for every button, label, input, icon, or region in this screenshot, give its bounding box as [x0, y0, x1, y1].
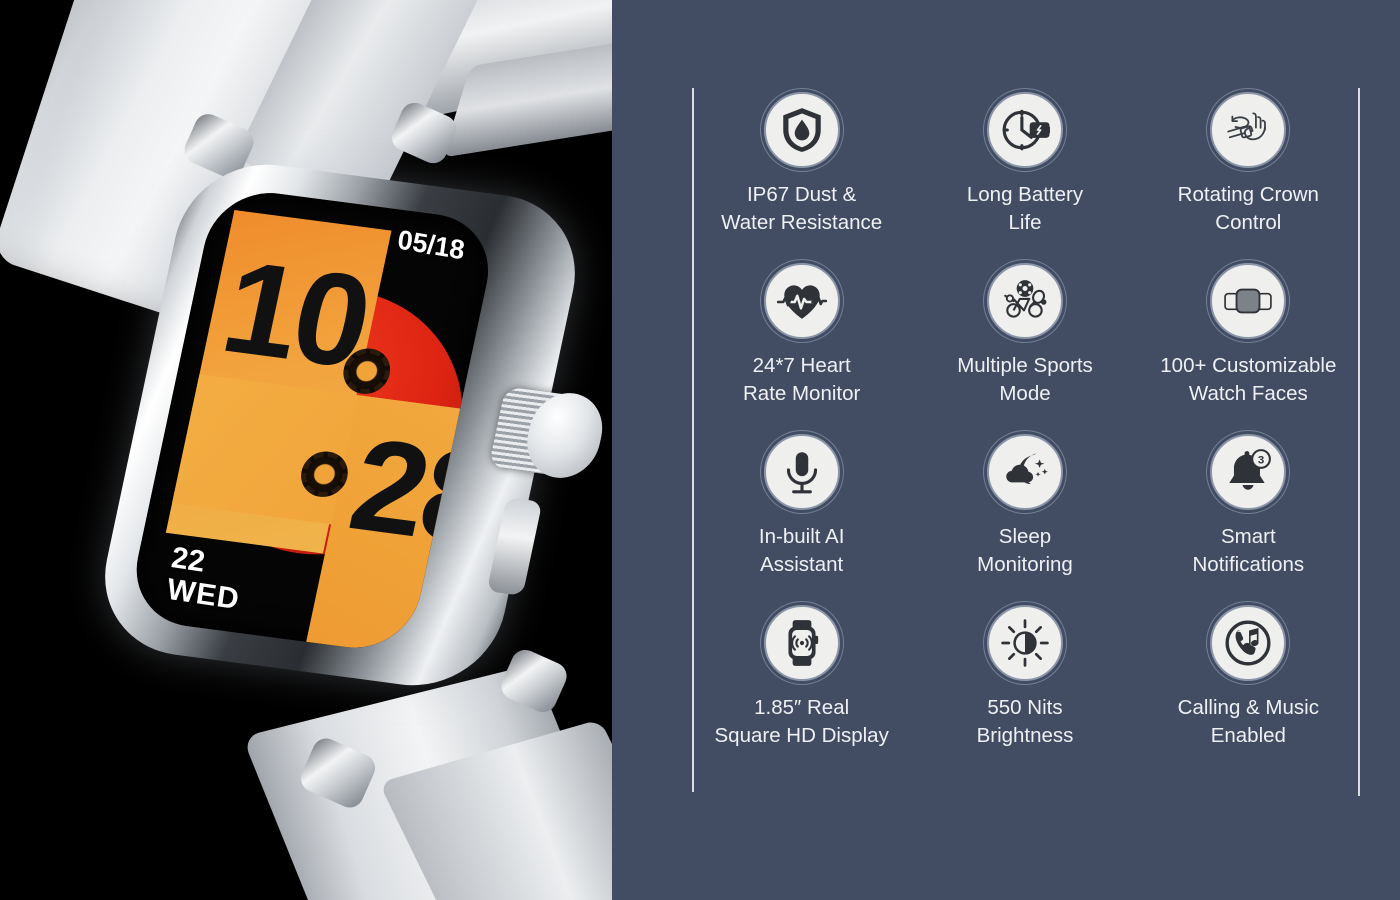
product-feature-banner: 10 28 05/18 22 WED IP67 Dust & Water Res… [0, 0, 1400, 900]
feature-item-rotating-crown: Rotating Crown Control [1137, 92, 1360, 263]
product-photo: 10 28 05/18 22 WED [0, 0, 612, 900]
feature-item-notifications: 3 Smart Notifications [1137, 434, 1360, 605]
feature-label: 550 Nits Brightness [976, 696, 1074, 747]
feature-label: Rotating Crown Control [1177, 183, 1319, 234]
moon-cloud-stars-icon [986, 434, 1063, 510]
feature-item-sleep-monitoring: Sleep Monitoring [913, 434, 1136, 605]
feature-label: IP67 Dust & Water Resistance [721, 183, 883, 234]
feature-label: Sleep Monitoring [977, 525, 1073, 576]
heart-pulse-icon [763, 263, 840, 339]
multi-sports-icon [986, 263, 1063, 339]
feature-panel: IP67 Dust & Water Resistance Long Batter… [612, 0, 1400, 900]
feature-item-sports-mode: Multiple Sports Mode [913, 263, 1136, 434]
feature-label: Long Battery Life [966, 183, 1084, 234]
feature-label: Smart Notifications [1192, 525, 1305, 576]
shield-water-drop-icon [763, 92, 840, 168]
feature-item-calling-music: Calling & Music Enabled [1137, 605, 1360, 776]
watch-face-day-block: 22 WED [165, 541, 246, 616]
feature-label: Multiple Sports Mode [957, 354, 1093, 405]
feature-label: 24*7 Heart Rate Monitor [742, 354, 861, 405]
feature-item-watch-faces: 100+ Customizable Watch Faces [1137, 263, 1360, 434]
feature-grid: IP67 Dust & Water Resistance Long Batter… [690, 92, 1360, 776]
feature-item-display: 1.85″ Real Square HD Display [690, 605, 913, 776]
feature-label: Calling & Music Enabled [1177, 696, 1319, 747]
clock-battery-icon [986, 92, 1063, 168]
bell-notification-icon: 3 [1210, 434, 1287, 510]
feature-label: In-built AI Assistant [758, 525, 845, 576]
microphone-icon [763, 434, 840, 510]
watch-face-date: 05/18 [396, 224, 467, 266]
rotating-crown-hand-icon [1210, 92, 1287, 168]
feature-item-ai-assistant: In-built AI Assistant [690, 434, 913, 605]
feature-item-heart-rate: 24*7 Heart Rate Monitor [690, 263, 913, 434]
feature-item-ip67: IP67 Dust & Water Resistance [690, 92, 913, 263]
phone-music-icon [1210, 605, 1287, 681]
notification-badge-count: 3 [1258, 455, 1264, 467]
watch-face-hour: 10 [211, 233, 380, 396]
feature-label: 100+ Customizable Watch Faces [1160, 354, 1337, 405]
feature-label: 1.85″ Real Square HD Display [714, 696, 889, 747]
smartwatch-display-icon [763, 605, 840, 681]
feature-item-battery: Long Battery Life [913, 92, 1136, 263]
brightness-half-sun-icon [986, 605, 1063, 681]
watch-faces-icon [1210, 263, 1287, 339]
feature-item-brightness: 550 Nits Brightness [913, 605, 1136, 776]
